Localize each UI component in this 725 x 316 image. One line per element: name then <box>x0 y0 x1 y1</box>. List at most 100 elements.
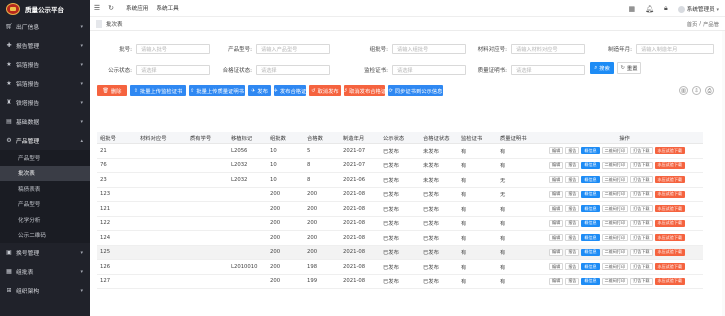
column-header[interactable]: 移植标记 <box>228 132 267 144</box>
toolbar-button-1[interactable]: ⇧ 批量上传监检证书 <box>130 85 186 96</box>
row-action-button-3[interactable]: 二维码打印 <box>601 190 629 198</box>
row-action-button-0[interactable]: 编辑 <box>549 161 564 169</box>
row-action-button-0[interactable]: 编辑 <box>549 147 564 155</box>
sidebar-item-sidebar-menu_top-0[interactable]: 🛒︎ 出厂信息 ▾ <box>0 17 90 36</box>
toolbar-button-6[interactable]: ↺ 取消发布合格证 <box>343 85 386 96</box>
row-action-button-0[interactable]: 编辑 <box>549 176 564 184</box>
row-action-button-2[interactable]: 概信息 <box>581 176 600 184</box>
row-action-button-5[interactable]: 水压试验下载 <box>654 234 686 242</box>
toolbar-button-2[interactable]: ⇧ 批量上传质量证明书 <box>189 85 245 96</box>
breadcrumb-home[interactable]: 首页 <box>687 20 698 28</box>
table-row[interactable]: 23 L2032 10 8 2021-06 已发布 未发布有无编辑 报告 概信息 二维码打印 打告下… <box>97 172 703 188</box>
nav-link-system-apps[interactable]: 系统应用 <box>126 4 148 12</box>
row-action-button-5[interactable]: 水压试验下载 <box>654 205 686 213</box>
row-action-button-2[interactable]: 概信息 <box>581 277 600 285</box>
sidebar-subitem-1[interactable]: 批次表 <box>0 165 90 181</box>
table-row[interactable]: 123 200 200 2021-08 已发布 已发布有无编辑 报告 概信息 二维码打印 打告下载… <box>97 187 703 202</box>
row-action-button-5[interactable]: 水压试验下载 <box>654 161 686 169</box>
row-action-button-1[interactable]: 报告 <box>565 190 580 198</box>
row-action-button-3[interactable]: 二维码打印 <box>601 263 629 271</box>
sidebar-item-sidebar-menu_bottom-2[interactable]: ⊞ 组织架构 ▾ <box>0 281 90 300</box>
row-action-button-2[interactable]: 概信息 <box>581 219 600 227</box>
row-action-button-1[interactable]: 报告 <box>565 263 580 271</box>
row-action-button-1[interactable]: 报告 <box>565 161 580 169</box>
row-action-button-1[interactable]: 报告 <box>565 234 580 242</box>
row-action-button-3[interactable]: 二维码打印 <box>601 147 629 155</box>
sidebar-item-sidebar-menu_top-3[interactable]: ★ 铝箔报告 ▾ <box>0 74 90 93</box>
text-input[interactable]: 请输入产品型号 <box>256 44 330 54</box>
reset-button[interactable]: ↻ 重置 <box>617 62 641 74</box>
text-input[interactable]: 请输入材料对应号 <box>511 44 585 54</box>
select-input[interactable]: 请选择 <box>136 65 210 75</box>
row-action-button-5[interactable]: 水压试验下载 <box>654 277 686 285</box>
column-header[interactable]: 质量证明书 <box>497 132 543 144</box>
row-action-button-4[interactable]: 打告下载 <box>630 277 653 285</box>
row-action-button-1[interactable]: 报告 <box>565 248 580 256</box>
row-action-button-3[interactable]: 二维码打印 <box>601 161 629 169</box>
toolbar-button-3[interactable]: ✈︎ 发布 <box>248 85 271 96</box>
sidebar-item-sidebar-menu_top-1[interactable]: ✚ 报告管理 ▾ <box>0 36 90 55</box>
column-header[interactable]: 合格证状态 <box>420 132 458 144</box>
sidebar-item-sidebar-menu_top-4[interactable]: ♜ 铁塔报告 ▾ <box>0 93 90 112</box>
row-action-button-1[interactable]: 报告 <box>565 147 580 155</box>
sidebar-item-sidebar-menu_bottom-0[interactable]: ▣ 换号管理 ▾ <box>0 243 90 262</box>
print-icon[interactable]: ⎙ <box>705 86 714 95</box>
sidebar-subitem-2[interactable]: 稿债表表 <box>0 181 90 197</box>
select-input[interactable]: 请选择 <box>511 65 585 75</box>
column-header[interactable]: 组批号 <box>97 132 137 144</box>
menu-toggle-icon[interactable]: ☰ <box>90 4 104 12</box>
row-action-button-1[interactable]: 报告 <box>565 277 580 285</box>
select-input[interactable]: 请选择 <box>392 65 466 75</box>
table-row[interactable]: 76 L2032 10 8 2021-07 已发布 未发布有有编辑 报告 概信息 二维码打印 打告下… <box>97 158 703 173</box>
table-row[interactable]: 124 200 200 2021-08 已发布 已发布有有编辑 报告 概信息 二维码打印 打告下载… <box>97 230 703 246</box>
app-logo[interactable]: 质量公示平台 <box>0 0 90 17</box>
toolbar-button-0[interactable]: 🗑︎ 删除 <box>97 85 127 96</box>
row-action-button-2[interactable]: 概信息 <box>581 263 600 271</box>
row-action-button-2[interactable]: 概信息 <box>581 190 600 198</box>
export-icon[interactable]: ⇩ <box>692 86 701 95</box>
search-button[interactable]: ⌕ 搜索 <box>590 62 614 74</box>
text-input[interactable]: 请输入制造年月 <box>636 44 714 54</box>
sidebar-item-sidebar-menu_top-5[interactable]: ▤ 基础数据 ▾ <box>0 112 90 131</box>
tab-batch-table[interactable]: 批次表 <box>90 17 129 31</box>
column-header[interactable]: 公示状态 <box>380 132 420 144</box>
row-action-button-2[interactable]: 概信息 <box>581 147 600 155</box>
grid-icon[interactable]: ▦ <box>628 5 635 13</box>
text-input[interactable]: 请输入组批号 <box>392 44 466 54</box>
sidebar-item-sidebar-menu_bottom-1[interactable]: ▦ 组批表 ▾ <box>0 262 90 281</box>
row-action-button-0[interactable]: 编辑 <box>549 277 564 285</box>
sidebar-subitem-5[interactable]: 公示二维码 <box>0 227 90 243</box>
row-action-button-0[interactable]: 编辑 <box>549 205 564 213</box>
row-action-button-5[interactable]: 水压试验下载 <box>654 248 686 256</box>
nav-link-system-tools[interactable]: 系统工具 <box>156 4 178 12</box>
select-input[interactable]: 请选择 <box>256 65 330 75</box>
toolbar-button-5[interactable]: ↺ 取消发布 <box>309 85 341 96</box>
row-action-button-4[interactable]: 打告下载 <box>630 161 653 169</box>
row-action-button-3[interactable]: 二维码打印 <box>601 205 629 213</box>
row-action-button-0[interactable]: 编辑 <box>549 248 564 256</box>
row-action-button-2[interactable]: 概信息 <box>581 234 600 242</box>
row-action-button-2[interactable]: 概信息 <box>581 161 600 169</box>
row-action-button-0[interactable]: 编辑 <box>549 263 564 271</box>
toolbar-button-7[interactable]: ⟳ 同步证书到公示信息 <box>388 85 443 96</box>
table-row[interactable]: 125 200 200 2021-08 已发布 已发布有有编辑 报告 概信息 二维码打印 打告下载… <box>97 245 703 260</box>
row-action-button-5[interactable]: 水压试验下载 <box>654 190 686 198</box>
row-action-button-5[interactable]: 水压试验下载 <box>654 147 686 155</box>
row-action-button-1[interactable]: 报告 <box>565 219 580 227</box>
row-action-button-5[interactable]: 水压试验下载 <box>654 219 686 227</box>
column-header[interactable]: 制造年月 <box>340 132 380 144</box>
table-row[interactable]: 127 200 199 2021-08 已发布 已发布有有编辑 报告 概信息 二维码打印 打告下载… <box>97 274 703 289</box>
row-action-button-1[interactable]: 报告 <box>565 176 580 184</box>
row-action-button-4[interactable]: 打告下载 <box>630 248 653 256</box>
table-row[interactable]: 121 200 200 2021-08 已发布 已发布有有编辑 报告 概信息 二维码打印 打告下载… <box>97 201 703 217</box>
lock-icon[interactable]: 🔒︎ <box>664 4 668 13</box>
row-action-button-0[interactable]: 编辑 <box>549 219 564 227</box>
row-action-button-2[interactable]: 概信息 <box>581 248 600 256</box>
table-row[interactable]: 21 L2056 10 5 2021-07 已发布 未发布有有编辑 报告 概信息 二维码打印 打告下… <box>97 143 703 159</box>
column-header[interactable]: 操作 <box>543 132 703 144</box>
row-action-button-4[interactable]: 打告下载 <box>630 147 653 155</box>
row-action-button-4[interactable]: 打告下载 <box>630 263 653 271</box>
row-action-button-4[interactable]: 打告下载 <box>630 219 653 227</box>
column-header[interactable]: 监检证书 <box>458 132 497 144</box>
row-action-button-0[interactable]: 编辑 <box>549 190 564 198</box>
